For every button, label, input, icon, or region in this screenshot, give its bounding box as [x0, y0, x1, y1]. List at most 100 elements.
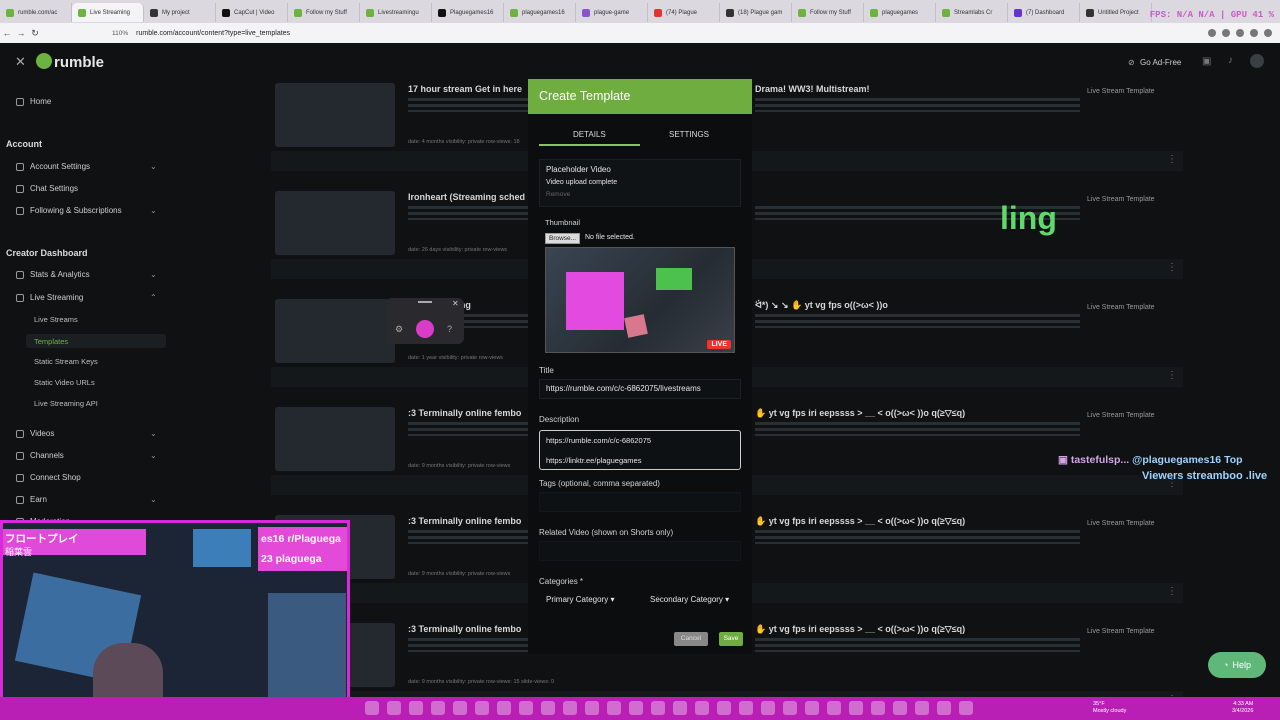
taskbar-app-icon[interactable] — [827, 701, 841, 715]
taskbar-app-icon[interactable] — [871, 701, 885, 715]
taskbar-app-icon[interactable] — [651, 701, 665, 715]
taskbar-app-icon[interactable] — [409, 701, 423, 715]
row-title[interactable]: :3 Terminally online fembo — [408, 516, 521, 526]
browser-tab[interactable]: plague-game — [576, 3, 648, 22]
taskbar-app-icon[interactable] — [585, 701, 599, 715]
taskbar-app-icon[interactable] — [453, 701, 467, 715]
sidebar-item-live-streaming[interactable]: Live Streaming — [16, 293, 83, 302]
chevron-up-icon[interactable]: ⌃ — [150, 293, 157, 302]
taskbar-app-icon[interactable] — [563, 701, 577, 715]
minimize-icon[interactable] — [418, 301, 432, 303]
browser-tab[interactable]: plaguegames — [864, 3, 936, 22]
sidebar-item-static-keys[interactable]: Static Stream Keys — [34, 357, 98, 366]
url-field[interactable]: rumble.com/account/content?type=live_tem… — [136, 30, 290, 37]
browser-tab[interactable]: Live Streaming — [72, 3, 144, 22]
help-icon[interactable]: ? — [447, 324, 452, 334]
row-thumbnail[interactable] — [275, 83, 395, 147]
row-title[interactable]: :3 Terminally online fembo — [408, 624, 521, 634]
row-title[interactable]: Ironheart (Streaming sched — [408, 192, 525, 202]
browser-tab[interactable]: Streamlabs Cr — [936, 3, 1008, 22]
browser-tab[interactable]: Plaguegames16 — [432, 3, 504, 22]
taskbar-app-icon[interactable] — [937, 701, 951, 715]
tags-input[interactable] — [539, 492, 741, 512]
more-options-icon[interactable]: ⋮ — [1167, 262, 1177, 273]
browser-tab[interactable]: CapCut | Video — [216, 3, 288, 22]
browser-tab[interactable]: Livestreamingu — [360, 3, 432, 22]
forward-icon[interactable]: → — [14, 28, 28, 38]
clock[interactable]: 4:33 AM 3/4/2026 — [1232, 701, 1253, 715]
notification-bell-icon[interactable]: ♪ — [1228, 55, 1233, 66]
secondary-category-select[interactable]: Secondary Category ▾ — [650, 595, 729, 604]
taskbar-app-icon[interactable] — [695, 701, 709, 715]
browser-tab[interactable]: (74) Plague — [648, 3, 720, 22]
taskbar-app-icon[interactable] — [541, 701, 555, 715]
taskbar-app-icon[interactable] — [431, 701, 445, 715]
taskbar-app-icon[interactable] — [519, 701, 533, 715]
download-icon[interactable] — [1236, 29, 1244, 37]
sidebar-item-connect-shop[interactable]: Connect Shop — [16, 473, 81, 482]
rumble-logo-icon[interactable] — [36, 53, 52, 69]
taskbar-app-icon[interactable] — [475, 701, 489, 715]
extension-icon[interactable] — [1208, 29, 1216, 37]
browser-tab[interactable]: (18) Plague gam — [720, 3, 792, 22]
chevron-down-icon[interactable]: ⌄ — [150, 429, 157, 438]
close-icon[interactable]: ✕ — [452, 299, 459, 308]
browser-tab[interactable]: plaguegames16 — [504, 3, 576, 22]
related-video-input[interactable] — [539, 541, 741, 561]
row-thumbnail[interactable] — [275, 407, 395, 471]
sidebar-item-live-streams[interactable]: Live Streams — [34, 315, 78, 324]
sidebar-item-following[interactable]: Following & Subscriptions — [16, 206, 122, 215]
menu-icon[interactable] — [1264, 29, 1272, 37]
taskbar-app-icon[interactable] — [739, 701, 753, 715]
remove-link[interactable]: Remove — [546, 191, 570, 198]
taskbar-app-icon[interactable] — [959, 701, 973, 715]
sidebar-item-stats[interactable]: Stats & Analytics — [16, 270, 90, 279]
chevron-down-icon[interactable]: ⌄ — [150, 270, 157, 279]
title-input[interactable]: https://rumble.com/c/c-6862075/livestrea… — [539, 379, 741, 399]
rumble-logo[interactable]: rumble — [54, 54, 104, 71]
taskbar-app-icon[interactable] — [761, 701, 775, 715]
taskbar-app-icon[interactable] — [849, 701, 863, 715]
taskbar-app-icon[interactable] — [365, 701, 379, 715]
taskbar-app-icon[interactable] — [783, 701, 797, 715]
primary-category-select[interactable]: Primary Category ▾ — [546, 595, 615, 604]
browser-tab[interactable]: (7) Dashboard — [1008, 3, 1080, 22]
chevron-down-icon[interactable]: ⌄ — [150, 451, 157, 460]
taskbar-app-icon[interactable] — [915, 701, 929, 715]
bookmark-icon[interactable] — [1222, 29, 1230, 37]
description-textarea[interactable]: https://rumble.com/c/c-6862075 https://l… — [539, 430, 741, 470]
browser-tab[interactable]: Follow my Stuff — [792, 3, 864, 22]
sidebar-item-home[interactable]: Home — [16, 97, 51, 106]
save-button[interactable]: Save — [719, 632, 743, 646]
taskbar-app-icon[interactable] — [629, 701, 643, 715]
sidebar-item-api[interactable]: Live Streaming API — [34, 399, 98, 408]
sidebar-item-videos[interactable]: Videos — [16, 429, 54, 438]
browser-tab[interactable]: Follow my Stuff — [288, 3, 360, 22]
tab-settings[interactable]: SETTINGS — [669, 130, 709, 139]
chevron-down-icon[interactable]: ⌄ — [150, 206, 157, 215]
reload-icon[interactable]: ↻ — [28, 28, 42, 39]
settings-icon[interactable]: ⚙ — [395, 324, 403, 335]
browser-tab[interactable]: rumble.com/ac — [0, 3, 72, 22]
microphone-button[interactable] — [416, 320, 434, 338]
go-ad-free-link[interactable]: Go Ad-Free — [1140, 58, 1181, 67]
taskbar-app-icon[interactable] — [607, 701, 621, 715]
taskbar-app-icon[interactable] — [673, 701, 687, 715]
camera-icon[interactable]: ▣ — [1202, 56, 1211, 67]
more-options-icon[interactable]: ⋮ — [1167, 586, 1177, 597]
browse-button[interactable]: Browse... — [545, 233, 581, 244]
row-title[interactable]: 17 hour stream Get in here — [408, 84, 522, 94]
tab-details[interactable]: DETAILS — [573, 130, 606, 139]
taskbar-app-icon[interactable] — [387, 701, 401, 715]
sidebar-item-chat-settings[interactable]: Chat Settings — [16, 184, 78, 193]
taskbar-app-icon[interactable] — [717, 701, 731, 715]
more-options-icon[interactable]: ⋮ — [1167, 370, 1177, 381]
sidebar-item-static-urls[interactable]: Static Video URLs — [34, 378, 95, 387]
sidebar-item-channels[interactable]: Channels — [16, 451, 64, 460]
row-thumbnail[interactable] — [275, 191, 395, 255]
help-button[interactable]: ◔ Help — [1208, 652, 1266, 678]
browser-tab[interactable]: My project — [144, 3, 216, 22]
cancel-button[interactable]: Cancel — [674, 632, 708, 646]
more-options-icon[interactable]: ⋮ — [1167, 154, 1177, 165]
sidebar-item-earn[interactable]: Earn — [16, 495, 47, 504]
